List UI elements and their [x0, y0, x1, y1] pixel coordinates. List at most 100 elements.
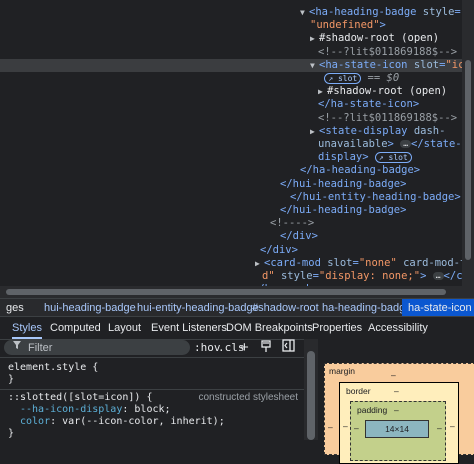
element-state-icon[interactable] [260, 339, 272, 357]
dom-node-text: <!----> [270, 217, 315, 230]
dom-node-text: </card-mod> [443, 270, 462, 282]
style-declaration[interactable]: --ha-icon-display: block; [20, 404, 314, 416]
scroll-thumb[interactable] [465, 60, 471, 260]
dom-node-text: </div> [280, 230, 318, 243]
dom-node[interactable]: ▼<ha-heading-badge style="title= [0, 6, 462, 19]
pane-splitter[interactable] [304, 339, 318, 440]
tab-layout[interactable]: Layout [108, 317, 141, 339]
dom-node[interactable]: display> ↗ slot [0, 151, 462, 164]
collapse-triangle-icon[interactable]: ▼ [300, 6, 309, 19]
collapsed-children-icon[interactable]: … [400, 140, 412, 148]
dom-node-text: "display: none;" [318, 270, 421, 282]
dom-node[interactable]: ↗ slot == $0 [0, 72, 462, 85]
dom-node[interactable]: <!--?lit$011869188$--> [0, 112, 462, 125]
styles-filter-input[interactable] [28, 340, 178, 355]
padding-top-value[interactable]: – [394, 405, 399, 415]
dom-node[interactable]: </ha-state-icon> [0, 98, 462, 111]
breadcrumb-item-ges[interactable]: ges [0, 299, 30, 317]
breadcrumb-item-shadow-root[interactable]: #shadow-root [246, 299, 325, 317]
toggle-sidebar-icon[interactable] [282, 339, 295, 357]
tab-properties[interactable]: Properties [312, 317, 362, 339]
dom-node-text: </state- [411, 138, 462, 150]
border-label: border [346, 386, 371, 396]
scroll-thumb[interactable] [6, 289, 446, 295]
dom-node[interactable]: </div> [0, 244, 462, 257]
dom-node[interactable]: unavailable> … </state- [0, 138, 462, 151]
dom-node-text: </hui-heading-badge> [280, 204, 407, 216]
padding-left-value[interactable]: – [354, 423, 359, 433]
elements-tree[interactable]: ▼<ha-heading-badge style="title="undefin… [0, 0, 462, 286]
dom-node[interactable]: ▶ #shadow-root (open) [0, 85, 462, 98]
dom-node-text: </hui-entity-heading-badge> [290, 190, 461, 203]
breadcrumb-item-hui-heading-badge[interactable]: hui-heading-badge [38, 299, 142, 317]
margin-left-value[interactable]: – [328, 422, 333, 432]
property-name[interactable]: color [20, 416, 50, 427]
dom-node-text: > [379, 19, 386, 32]
style-declaration[interactable]: color: var(--icon-color, inherit); [20, 416, 314, 428]
expand-triangle-icon[interactable]: ▶ [318, 85, 327, 98]
expand-triangle-icon[interactable]: ▶ [310, 125, 319, 138]
dom-node-text: </div> [260, 243, 298, 256]
border-left-value[interactable]: – [343, 421, 348, 431]
tab-computed[interactable]: Computed [50, 317, 101, 339]
dom-node-text: #shadow-root (open) [319, 32, 440, 45]
elements-vertical-scrollbar[interactable] [462, 0, 474, 298]
slot-badge[interactable]: ↗ slot [324, 72, 362, 84]
expand-triangle-icon[interactable]: ▶ [255, 257, 264, 270]
dom-node-selected[interactable]: ▼<ha-state-icon slot="icon"> [0, 58, 462, 72]
dom-node[interactable]: ▶<card-mod slot="none" card-mod-type="ca… [0, 257, 462, 270]
scroll-thumb[interactable] [307, 351, 315, 440]
padding-right-value[interactable]: – [437, 423, 442, 433]
styles-pane[interactable]: element.style { } ::slotted([slot=icon])… [0, 357, 304, 441]
expand-triangle-icon[interactable]: ▶ [310, 32, 319, 45]
dom-node-text: </hui-heading-badge> [280, 177, 407, 190]
margin-top-value[interactable]: – [391, 370, 396, 380]
dom-node-text: </ha-heading-badge> [300, 164, 421, 177]
filter-box[interactable] [4, 340, 190, 355]
dom-node-text: "undefined" [310, 19, 380, 32]
elements-horizontal-scrollbar[interactable] [0, 286, 462, 298]
tab-dom-breakpoints[interactable]: DOM Breakpoints [226, 317, 313, 339]
breadcrumb-item-ha-state-icon[interactable]: ha-state-icon [402, 299, 474, 317]
dom-node[interactable]: </hui-heading-badge> [0, 204, 462, 217]
dom-node-text: slot [413, 58, 440, 71]
dom-node[interactable]: </hui-entity-heading-badge> [0, 191, 462, 204]
dom-node-text: </ha-state-icon> [318, 98, 420, 111]
dom-node-text: display> [318, 151, 369, 164]
rule-source[interactable]: constructed stylesheet [199, 392, 299, 404]
tab-event-listeners[interactable]: Event Listeners [151, 317, 227, 339]
property-value[interactable]: var(--icon-color, inherit); [62, 416, 225, 427]
breadcrumb-item-hui-entity-heading-badge[interactable]: hui-entity-heading-badge [131, 299, 265, 317]
box-model-margin[interactable]: margin – – border – – – padding – – – 14… [324, 363, 474, 464]
slot-badge[interactable]: ↗ slot [374, 151, 412, 163]
dom-node-text: <state-display [319, 124, 414, 137]
dom-node[interactable]: </hui-heading-badge> [0, 178, 462, 191]
box-model-border[interactable]: border – – – padding – – – 14×14 [339, 382, 459, 464]
box-model-padding[interactable]: padding – – – 14×14 [350, 401, 446, 461]
dom-node[interactable]: d" style="display: none;"> …</card-mod> [0, 270, 462, 283]
styles-tab-bar: Styles Computed Layout Event Listeners D… [0, 316, 474, 340]
property-value[interactable]: block; [134, 404, 170, 415]
collapse-triangle-icon[interactable]: ▼ [310, 59, 319, 72]
dom-node[interactable]: </ha-heading-badge> [0, 164, 462, 177]
element-style-selector[interactable]: element.style { [8, 362, 302, 374]
dom-node[interactable]: <!----> [0, 217, 462, 230]
tab-accessibility[interactable]: Accessibility [368, 317, 428, 339]
dom-node-text: style [280, 270, 313, 282]
border-right-value[interactable]: – [450, 421, 455, 431]
styles-toolbar: :hov .cls + [0, 339, 304, 357]
property-name[interactable]: --ha-icon-display [20, 404, 122, 415]
hover-state-toggle[interactable]: :hov [194, 339, 221, 357]
dom-node[interactable]: ▶ <state-display dash- [0, 125, 462, 138]
border-top-value[interactable]: – [394, 386, 399, 396]
box-model-content[interactable]: 14×14 [365, 420, 429, 438]
new-style-rule-button[interactable]: + [240, 339, 249, 357]
dom-node[interactable]: <!--?lit$011869188$--> [0, 46, 462, 59]
dom-node[interactable]: </div> [0, 230, 462, 243]
dom-node-text: unavailable [318, 138, 388, 150]
collapsed-children-icon[interactable]: … [432, 272, 444, 280]
dom-node[interactable]: "undefined"> [0, 19, 462, 32]
dom-node[interactable]: ▶ #shadow-root (open) [0, 32, 462, 45]
tab-styles[interactable]: Styles [12, 317, 42, 339]
dom-node-text: style [422, 6, 455, 18]
